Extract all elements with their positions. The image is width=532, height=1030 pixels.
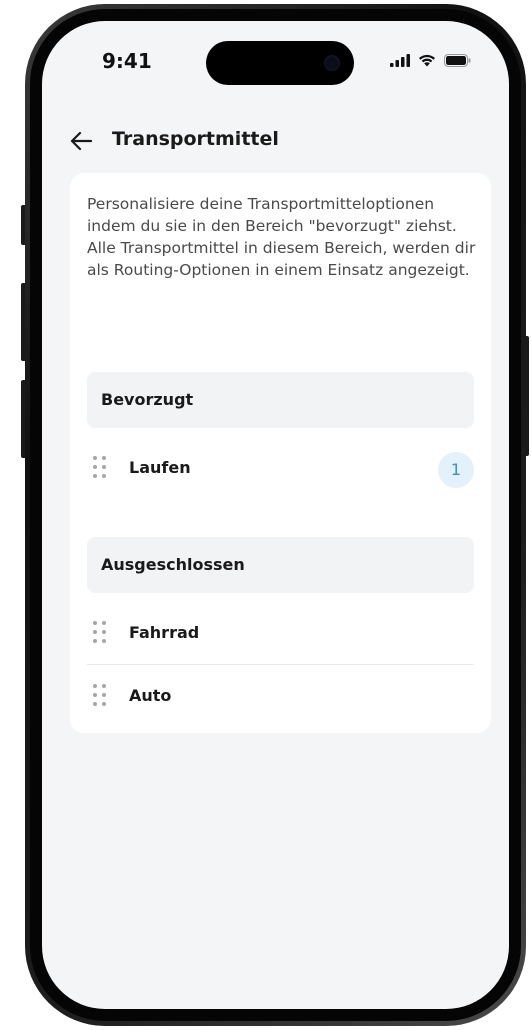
item-label: Laufen <box>129 458 191 477</box>
front-camera <box>324 55 340 71</box>
phone-bezel: 9:41 Transportmittel Personalisiere dein… <box>30 9 521 1021</box>
page-title: Transportmittel <box>112 128 279 150</box>
list-item-fahrrad[interactable]: Fahrrad <box>87 609 474 659</box>
item-label: Auto <box>129 686 172 705</box>
dynamic-island <box>206 41 354 85</box>
item-label: Fahrrad <box>129 623 200 642</box>
description-text: Personalisiere deine Transportmittelopti… <box>87 195 476 279</box>
transport-settings-card: Personalisiere deine Transportmittelopti… <box>70 173 491 733</box>
navigation-header: Transportmittel <box>42 119 509 163</box>
drag-handle-icon[interactable] <box>93 684 109 708</box>
phone-frame: 9:41 Transportmittel Personalisiere dein… <box>25 4 526 1026</box>
list-item-auto[interactable]: Auto <box>87 672 474 722</box>
status-icons <box>390 54 471 67</box>
section-title-excluded: Ausgeschlossen <box>101 555 245 574</box>
drag-handle-icon[interactable] <box>93 456 109 480</box>
list-divider <box>87 664 474 665</box>
status-bar: 9:41 <box>42 21 509 85</box>
cellular-signal-icon <box>390 54 410 67</box>
arrow-left-icon[interactable] <box>70 131 92 151</box>
wifi-icon <box>419 54 435 67</box>
section-title-preferred: Bevorzugt <box>101 390 194 409</box>
list-item-laufen[interactable]: Laufen 1 <box>87 444 474 494</box>
battery-icon <box>444 54 471 67</box>
home-indicator <box>206 994 346 999</box>
drag-handle-icon[interactable] <box>93 621 109 645</box>
section-header-excluded: Ausgeschlossen <box>87 537 474 593</box>
section-header-preferred: Bevorzugt <box>87 372 474 428</box>
status-time: 9:41 <box>102 49 152 73</box>
phone-screen: 9:41 Transportmittel Personalisiere dein… <box>42 21 509 1009</box>
order-badge: 1 <box>438 452 474 488</box>
device-mockup: 9:41 Transportmittel Personalisiere dein… <box>0 0 532 1030</box>
